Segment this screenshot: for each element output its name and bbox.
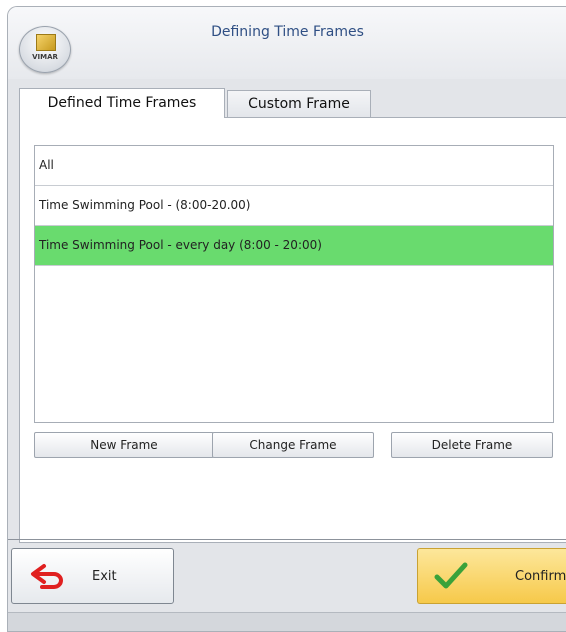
window-title: Defining Time Frames bbox=[211, 24, 364, 40]
tab-custom-frame[interactable]: Custom Frame bbox=[227, 90, 371, 118]
title-bar: VIMAR Defining Time Frames bbox=[8, 7, 566, 79]
list-item[interactable]: All bbox=[35, 146, 553, 186]
exit-button[interactable]: Exit bbox=[11, 548, 174, 604]
dialog-window: VIMAR Defining Time Frames Defined Time … bbox=[7, 6, 566, 632]
time-frames-list[interactable]: All Time Swimming Pool - (8:00-20.00) Ti… bbox=[34, 145, 554, 423]
delete-frame-button[interactable]: Delete Frame bbox=[391, 432, 553, 458]
exit-label: Exit bbox=[92, 569, 117, 584]
list-item[interactable]: Time Swimming Pool - (8:00-20.00) bbox=[35, 186, 553, 226]
new-frame-button[interactable]: New Frame bbox=[34, 432, 214, 458]
tab-defined-time-frames[interactable]: Defined Time Frames bbox=[19, 88, 225, 118]
undo-arrow-icon bbox=[31, 564, 63, 589]
change-frame-button[interactable]: Change Frame bbox=[212, 432, 374, 458]
checkmark-icon bbox=[434, 562, 468, 589]
logo-text: VIMAR bbox=[32, 53, 58, 61]
confirm-label: Confirm bbox=[515, 569, 566, 584]
status-strip bbox=[8, 612, 566, 631]
confirm-button[interactable]: Confirm bbox=[417, 548, 566, 604]
list-item-selected[interactable]: Time Swimming Pool - every day (8:00 - 2… bbox=[35, 226, 553, 266]
footer-divider bbox=[8, 539, 566, 540]
